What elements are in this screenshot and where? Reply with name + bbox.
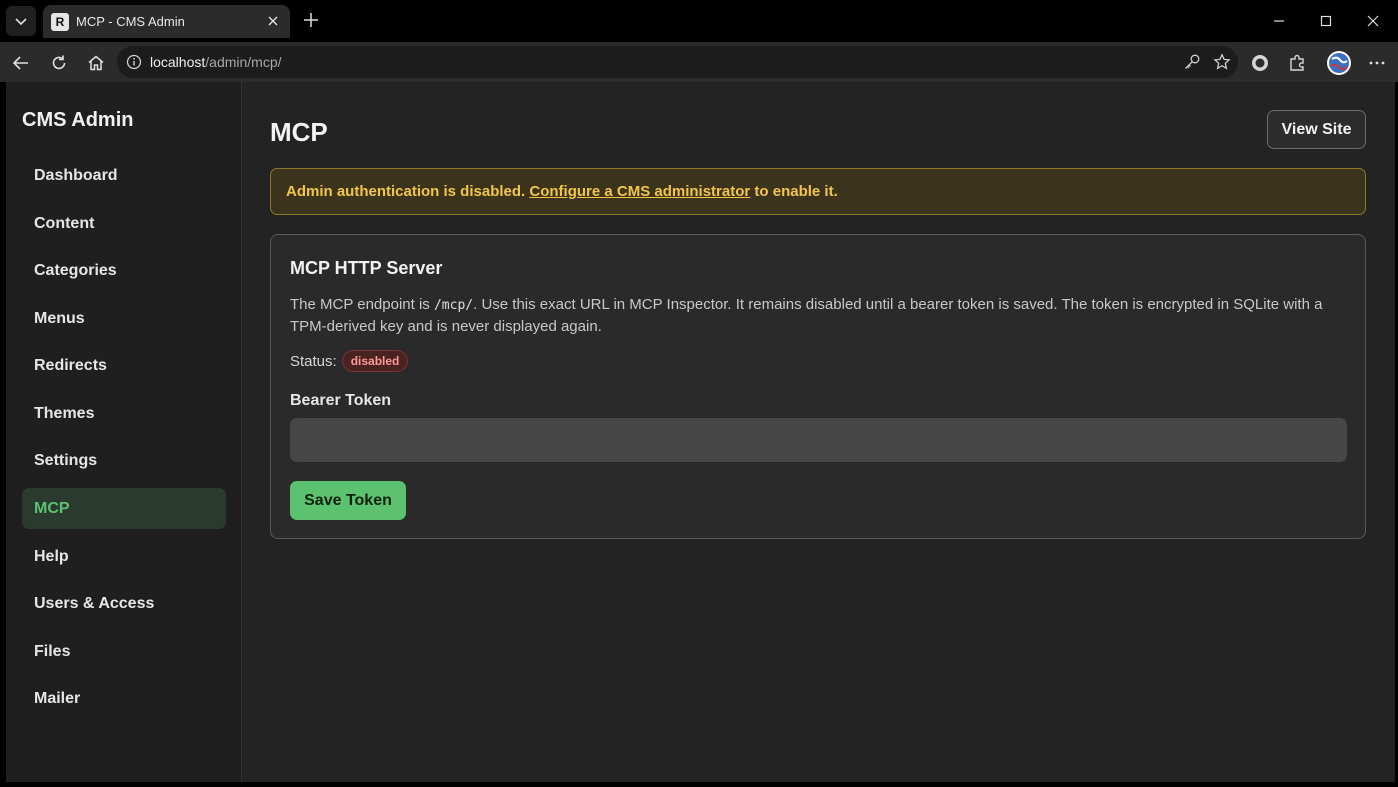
close-tab-button[interactable] (264, 12, 282, 30)
password-key-icon[interactable] (1182, 52, 1202, 72)
alert-suffix: to enable it. (754, 183, 838, 200)
url-path: /admin/mcp/ (205, 54, 282, 70)
plus-icon (304, 13, 318, 27)
home-button[interactable] (83, 50, 109, 76)
close-icon (1367, 15, 1379, 27)
brand-title: CMS Admin (22, 109, 134, 131)
new-tab-button[interactable] (300, 9, 322, 31)
sidebar-item-themes[interactable]: Themes (22, 393, 226, 434)
maximize-icon (1320, 15, 1332, 27)
sidebar-item-content[interactable]: Content (22, 203, 226, 244)
endpoint-code: /mcp/ (433, 298, 474, 313)
bearer-token-label: Bearer Token (290, 392, 392, 409)
sidebar-item-dashboard[interactable]: Dashboard (22, 155, 226, 196)
maximize-button[interactable] (1312, 8, 1340, 34)
recording-extension-icon[interactable] (1247, 50, 1273, 76)
status-badge: disabled (341, 350, 409, 372)
browser-tab[interactable]: R MCP - CMS Admin (43, 5, 290, 38)
tab-title: MCP - CMS Admin (76, 14, 185, 29)
desc-before: The MCP endpoint is (290, 296, 430, 313)
configure-admin-link[interactable]: Configure a CMS administrator (529, 183, 750, 200)
save-token-button[interactable]: Save Token (290, 481, 406, 520)
favorite-star-icon[interactable] (1212, 52, 1232, 72)
minimize-button[interactable] (1265, 8, 1293, 34)
tab-actions-menu[interactable] (6, 6, 36, 36)
site-info-icon[interactable] (125, 53, 143, 71)
alert-prefix: Admin authentication is disabled. (286, 183, 526, 200)
home-icon (88, 55, 104, 71)
sidebar-item-menus[interactable]: Menus (22, 298, 226, 339)
chevron-down-icon (15, 18, 27, 26)
sidebar-item-categories[interactable]: Categories (22, 250, 226, 291)
sidebar-item-mcp[interactable]: MCP (22, 488, 226, 529)
url-text: localhost/admin/mcp/ (150, 54, 282, 70)
profile-avatar-icon[interactable] (1326, 50, 1352, 76)
card-description: The MCP endpoint is /mcp/. Use this exac… (290, 294, 1350, 337)
page-title: MCP (270, 117, 328, 147)
reload-icon (52, 55, 66, 70)
close-icon (268, 16, 278, 26)
sidebar-item-settings[interactable]: Settings (22, 440, 226, 481)
url-host: localhost (150, 54, 206, 70)
minimize-icon (1274, 20, 1284, 22)
sidebar-item-users-access[interactable]: Users & Access (22, 583, 226, 624)
extensions-puzzle-icon[interactable] (1284, 50, 1310, 76)
sidebar: CMS Admin Dashboard Content Categories M… (6, 82, 242, 782)
site-favicon-icon: R (51, 13, 69, 31)
reload-button[interactable] (46, 50, 72, 76)
page-viewport: CMS Admin Dashboard Content Categories M… (6, 82, 1395, 782)
mcp-server-card: MCP HTTP Server The MCP endpoint is /mcp… (270, 234, 1366, 539)
address-bar[interactable]: localhost/admin/mcp/ (117, 46, 1238, 78)
browser-titlebar: R MCP - CMS Admin (0, 0, 1398, 42)
sidebar-item-files[interactable]: Files (22, 631, 226, 672)
status-label: Status: (290, 352, 337, 370)
more-options-icon[interactable] (1364, 50, 1390, 76)
browser-toolbar: localhost/admin/mcp/ (0, 42, 1398, 82)
back-button[interactable] (8, 50, 34, 76)
view-site-button[interactable]: View Site (1267, 110, 1366, 149)
auth-warning-alert: Admin authentication is disabled. Config… (270, 168, 1366, 215)
card-title: MCP HTTP Server (290, 258, 443, 278)
status-row: Status: disabled (290, 350, 409, 372)
close-window-button[interactable] (1359, 8, 1387, 34)
main-content: MCP View Site Admin authentication is di… (243, 82, 1395, 782)
arrow-left-icon (12, 56, 28, 70)
sidebar-item-mailer[interactable]: Mailer (22, 678, 226, 719)
sidebar-item-redirects[interactable]: Redirects (22, 345, 226, 386)
sidebar-item-help[interactable]: Help (22, 536, 226, 577)
bearer-token-input[interactable] (290, 418, 1347, 462)
